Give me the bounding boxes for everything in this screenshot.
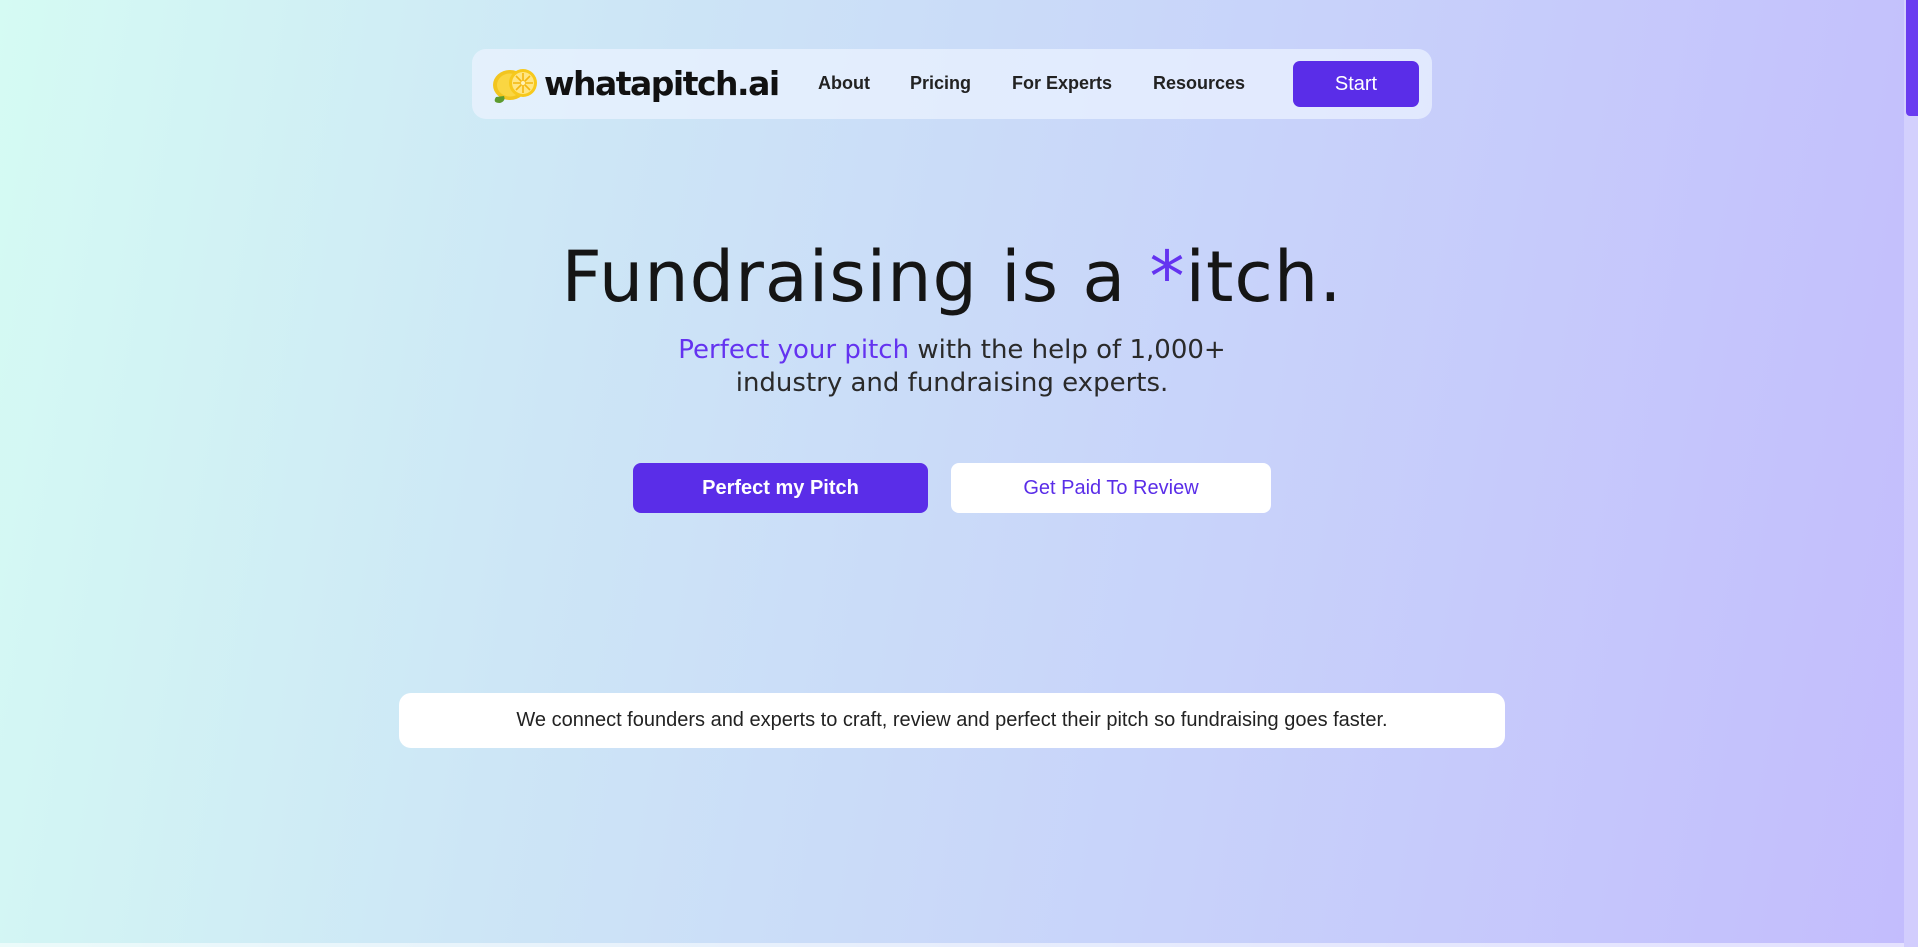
- nav-link-pricing[interactable]: Pricing: [910, 72, 971, 94]
- hero-title-end: itch.: [1185, 236, 1343, 318]
- start-button[interactable]: Start: [1293, 61, 1419, 107]
- brand-logo[interactable]: whatapitch.ai: [490, 63, 780, 105]
- hero-subtitle-line1: with the help of 1,000+: [909, 335, 1226, 365]
- get-paid-to-review-button[interactable]: Get Paid To Review: [951, 463, 1271, 513]
- brand-name: whatapitch.ai: [544, 64, 780, 103]
- hero-subtitle-accent: Perfect your pitch: [678, 335, 910, 365]
- mission-text: We connect founders and experts to craft…: [516, 709, 1388, 731]
- hero-subtitle: Perfect your pitch with the help of 1,00…: [0, 334, 1904, 400]
- scrollbar-track[interactable]: [1904, 0, 1918, 947]
- top-navbar: whatapitch.ai About Pricing For Experts …: [472, 49, 1432, 119]
- scrollbar-thumb[interactable]: [1906, 0, 1918, 116]
- nav-link-for-experts[interactable]: For Experts: [1012, 72, 1112, 94]
- perfect-my-pitch-button[interactable]: Perfect my Pitch: [633, 463, 928, 513]
- hero-title-text: Fundraising is a: [561, 236, 1150, 318]
- hero-subtitle-line2: industry and fundraising experts.: [735, 368, 1169, 398]
- landing-page: whatapitch.ai About Pricing For Experts …: [0, 0, 1918, 947]
- hero-title-accent: *: [1149, 236, 1186, 318]
- nav-link-about[interactable]: About: [818, 72, 870, 94]
- lemon-icon: [493, 69, 537, 103]
- hero-title: Fundraising is a *itch.: [0, 232, 1904, 322]
- section-divider: [0, 943, 1904, 947]
- nav-link-resources[interactable]: Resources: [1153, 72, 1245, 94]
- mission-card: We connect founders and experts to craft…: [399, 693, 1505, 748]
